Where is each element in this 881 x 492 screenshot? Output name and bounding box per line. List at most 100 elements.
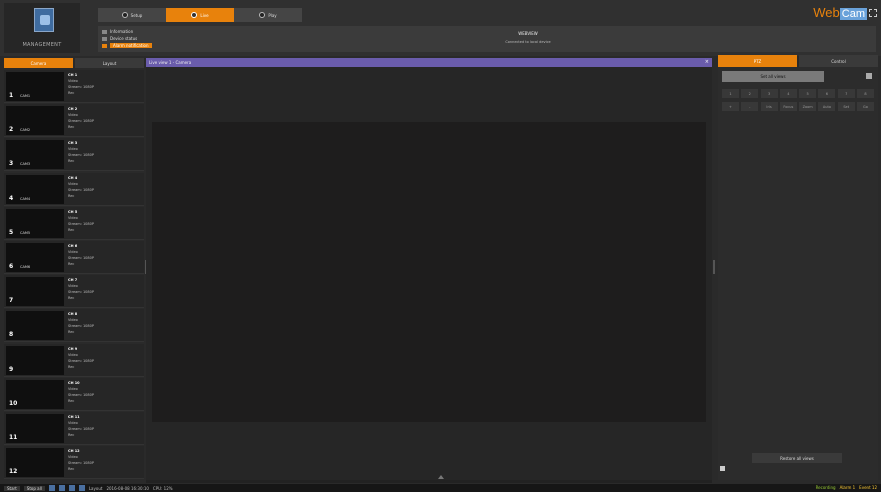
info-row[interactable]: Device status: [102, 36, 137, 41]
tab-control[interactable]: Control: [799, 55, 878, 67]
camera-thumbnail[interactable]: 4 CAM4: [6, 174, 64, 204]
status-cpu: CPU: 12%: [152, 485, 173, 491]
restore-all-views-button[interactable]: Restore all views: [752, 453, 842, 463]
info-icon: [102, 29, 107, 34]
camera-list-item[interactable]: 1 CAM1 CH 1 Video Stream: 1080P Rec: [4, 70, 144, 103]
live-icon: [191, 12, 198, 18]
camera-thumbnail[interactable]: 7: [6, 277, 64, 307]
camera-info: CH 10 Video Stream: 1080P Rec: [68, 380, 142, 404]
camera-name: CAM2: [20, 128, 31, 133]
camera-list-item[interactable]: 7 CH 7 Video Stream: 1080P Rec: [4, 275, 144, 309]
preset-button[interactable]: 4: [779, 89, 797, 98]
camera-list-item[interactable]: 11 CH 11 Video Stream: 1080P Rec: [4, 412, 144, 445]
camera-number: 5: [9, 228, 14, 236]
camera-detail: Rec: [68, 227, 75, 232]
camera-list-item[interactable]: 10 CH 10 Video Stream: 1080P Rec: [4, 377, 144, 411]
start-button[interactable]: Start: [4, 485, 20, 491]
logo-text: MANAGEMENT: [22, 42, 62, 48]
camera-number: 12: [9, 468, 18, 476]
live-view-title: Live view 1 - Camera: [149, 60, 192, 65]
fullscreen-icon[interactable]: [869, 9, 877, 17]
preset-button[interactable]: Iris: [760, 102, 778, 111]
camera-info: CH 12 Video Stream: 1080P Rec: [68, 448, 142, 472]
camera-thumbnail[interactable]: 3 CAM3: [6, 140, 64, 170]
camera-thumbnail[interactable]: 5 CAM5: [6, 208, 64, 238]
tab-camera[interactable]: Camera: [4, 58, 73, 68]
camera-name: CAM5: [20, 230, 31, 235]
camera-thumbnail[interactable]: 1 CAM1: [6, 72, 64, 101]
live-view-area[interactable]: [146, 67, 712, 480]
camera-number: 9: [9, 365, 14, 373]
preset-button[interactable]: Focus: [779, 102, 797, 111]
preset-button[interactable]: Set: [837, 102, 855, 111]
camera-thumbnail[interactable]: 2 CAM2: [6, 106, 64, 136]
camera-list-item[interactable]: 4 CAM4 CH 4 Video Stream: 1080P Rec: [4, 172, 144, 206]
right-splitter-handle[interactable]: [713, 260, 715, 274]
preset-button[interactable]: Go: [856, 102, 874, 111]
record-icon[interactable]: [78, 485, 85, 491]
status-indicators: Recording Alarm 1 Event 12: [816, 485, 877, 490]
alarm-status: Alarm 1: [839, 485, 856, 490]
preset-button[interactable]: -: [741, 102, 759, 111]
stop-all-button[interactable]: Stop all: [23, 485, 45, 491]
tab-ptz[interactable]: PTZ: [718, 55, 797, 67]
camera-list-item[interactable]: 2 CAM2 CH 2 Video Stream: 1080P Rec: [4, 104, 144, 138]
top-bar: MANAGEMENT Setup Live Play Information D…: [0, 0, 881, 56]
preset-button[interactable]: 5: [799, 89, 817, 98]
camera-number: 2: [9, 126, 14, 134]
preset-button[interactable]: Zoom: [799, 102, 817, 111]
mode-setup-button[interactable]: Setup: [98, 8, 166, 22]
app-logo: MANAGEMENT: [4, 3, 80, 53]
camera-thumbnail[interactable]: 6 CAM6: [6, 243, 64, 272]
preset-button[interactable]: 1: [722, 89, 739, 98]
snapshot-icon[interactable]: [68, 485, 75, 491]
event-status: Event 12: [859, 485, 877, 490]
preset-button[interactable]: +: [722, 102, 739, 111]
camera-list-item[interactable]: 12 CH 12 Video Stream: 1080P Rec: [4, 446, 144, 480]
camera-list-item[interactable]: 6 CAM6 CH 6 Video Stream: 1080P Rec: [4, 241, 144, 274]
preset-button[interactable]: Auto: [818, 102, 836, 111]
preset-button[interactable]: 2: [741, 89, 759, 98]
camera-name: CAM6: [20, 265, 31, 269]
preset-button[interactable]: 6: [818, 89, 836, 98]
preset-grid-row-1: 12345678: [722, 89, 874, 98]
preset-button[interactable]: 7: [837, 89, 855, 98]
camera-thumbnail[interactable]: 8: [6, 311, 64, 341]
camera-thumbnail[interactable]: 10: [6, 379, 64, 409]
camera-list-item[interactable]: 9 CH 9 Video Stream: 1080P Rec: [4, 343, 144, 377]
camera-info: CH 4 Video Stream: 1080P Rec: [68, 175, 142, 199]
camera-detail: Rec: [68, 330, 75, 335]
mode-live-button[interactable]: Live: [166, 8, 234, 22]
brand-prefix: Web: [813, 5, 840, 20]
grid-icon[interactable]: [58, 485, 65, 491]
camera-detail: Rec: [68, 364, 75, 369]
camera-thumbnail[interactable]: 9: [6, 345, 64, 375]
camera-name: CAM1: [20, 94, 31, 98]
camera-list-item[interactable]: 5 CAM5 CH 5 Video Stream: 1080P Rec: [4, 206, 144, 240]
camera-thumbnail[interactable]: 11: [6, 414, 64, 443]
camera-number: 11: [9, 434, 18, 441]
set-all-views-button[interactable]: Set all views: [722, 71, 824, 82]
video-frame[interactable]: [152, 122, 706, 422]
recording-status: Recording: [815, 485, 836, 490]
panel-options-icon[interactable]: [866, 73, 872, 79]
preset-button[interactable]: 3: [760, 89, 778, 98]
tab-label: Control: [831, 58, 846, 64]
preset-button[interactable]: 8: [856, 89, 874, 98]
info-row[interactable]: Information: [102, 29, 133, 34]
camera-name: CAM3: [20, 162, 31, 167]
camera-detail: Rec: [68, 193, 75, 198]
camera-thumbnail[interactable]: 12: [6, 448, 64, 478]
camera-list-item[interactable]: 8 CH 8 Video Stream: 1080P Rec: [4, 309, 144, 343]
info-label: Information: [110, 29, 134, 34]
camera-list-item[interactable]: 3 CAM3 CH 3 Video Stream: 1080P Rec: [4, 138, 144, 172]
tab-layout[interactable]: Layout: [75, 58, 144, 68]
tab-label: PTZ: [753, 58, 762, 64]
layout-icon[interactable]: [48, 485, 55, 491]
camera-number: 6: [9, 263, 14, 270]
status-bar: Start Stop all Layout 2016-08-08 16:30:1…: [0, 484, 881, 492]
preset-grid-row-2: + - Iris Focus Zoom Auto Set Go: [722, 102, 874, 111]
info-row[interactable]: Alarm notification: [102, 43, 152, 48]
close-icon[interactable]: ×: [705, 59, 709, 65]
mode-play-button[interactable]: Play: [234, 8, 302, 22]
